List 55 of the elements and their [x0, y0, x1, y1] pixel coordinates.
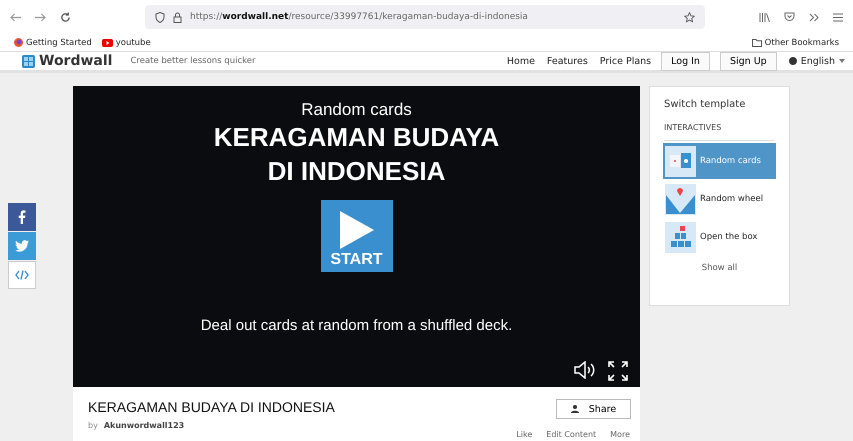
description: Deal out cards at random from a shuffled deck. — [200, 317, 512, 334]
nav-link[interactable]: Features — [546, 56, 588, 66]
logo-text[interactable]: Wordwall — [39, 53, 112, 69]
section-heading: INTERACTIVES — [664, 123, 775, 141]
template-item[interactable]: Open the box — [663, 219, 776, 255]
folder-icon — [752, 38, 762, 46]
star-icon[interactable] — [684, 12, 695, 22]
by-label: by — [88, 421, 98, 430]
embed-button[interactable] — [8, 261, 36, 289]
play-icon — [102, 38, 113, 46]
address-bar[interactable]: https://wordwall.net/resource/33997761/keragaman-budaya-di-indonesia — [145, 5, 705, 29]
reload-icon[interactable] — [60, 12, 71, 22]
template-item[interactable]: Random wheel — [663, 181, 776, 217]
signup-button[interactable]: Sign Up — [720, 52, 777, 70]
action-link[interactable]: Like — [516, 430, 532, 439]
activity-heading: KERAGAMAN BUDAYA DI INDONESIA — [88, 399, 335, 415]
forward-icon[interactable] — [35, 12, 46, 22]
other-bookmarks-link[interactable]: Other Bookmarks — [752, 38, 839, 48]
play-icon — [340, 211, 374, 249]
menu-icon[interactable] — [833, 12, 843, 22]
bookmark-link[interactable]: youtube — [102, 38, 151, 48]
code-icon — [15, 270, 29, 280]
back-icon[interactable] — [10, 12, 21, 22]
library-icon[interactable] — [759, 12, 770, 22]
shield-icon — [155, 12, 165, 22]
logo-icon — [22, 54, 35, 68]
language-selector[interactable]: English — [788, 56, 845, 66]
caret-icon — [839, 59, 845, 63]
share-button[interactable]: Share — [556, 399, 631, 419]
activity-title: KERAGAMAN BUDAYA — [214, 121, 500, 154]
panel-title: Switch template — [664, 99, 746, 110]
twitter-button[interactable] — [8, 232, 36, 260]
speaker-icon[interactable] — [574, 361, 596, 379]
lock-icon — [173, 12, 182, 22]
url-text: https://wordwall.net/resource/33997761/keragaman-budaya-di-indonesia — [190, 12, 529, 22]
person-icon — [570, 405, 581, 413]
action-link[interactable]: Edit Content — [546, 430, 596, 439]
login-button[interactable]: Log In — [661, 52, 710, 70]
author-link[interactable]: Akunwordwall123 — [104, 421, 184, 430]
template-name: Random cards — [301, 100, 412, 120]
boxes-icon — [668, 226, 692, 248]
pocket-icon[interactable] — [784, 12, 795, 22]
action-link[interactable]: More — [610, 430, 630, 439]
chevrons-icon[interactable] — [809, 12, 819, 22]
facebook-button[interactable] — [8, 203, 36, 231]
activity-title: DI INDONESIA — [268, 155, 446, 188]
nav-link[interactable]: Price Plans — [600, 56, 652, 66]
tagline: Create better lessons quicker — [130, 56, 256, 66]
fullscreen-icon[interactable] — [608, 361, 628, 381]
facebook-icon — [18, 210, 26, 224]
cards-icon — [668, 152, 692, 170]
nav-link[interactable]: Home — [506, 56, 535, 66]
bookmark-link[interactable]: Getting Started — [14, 38, 92, 48]
bird-icon — [15, 240, 29, 252]
show-all-link[interactable]: Show all — [702, 263, 738, 273]
